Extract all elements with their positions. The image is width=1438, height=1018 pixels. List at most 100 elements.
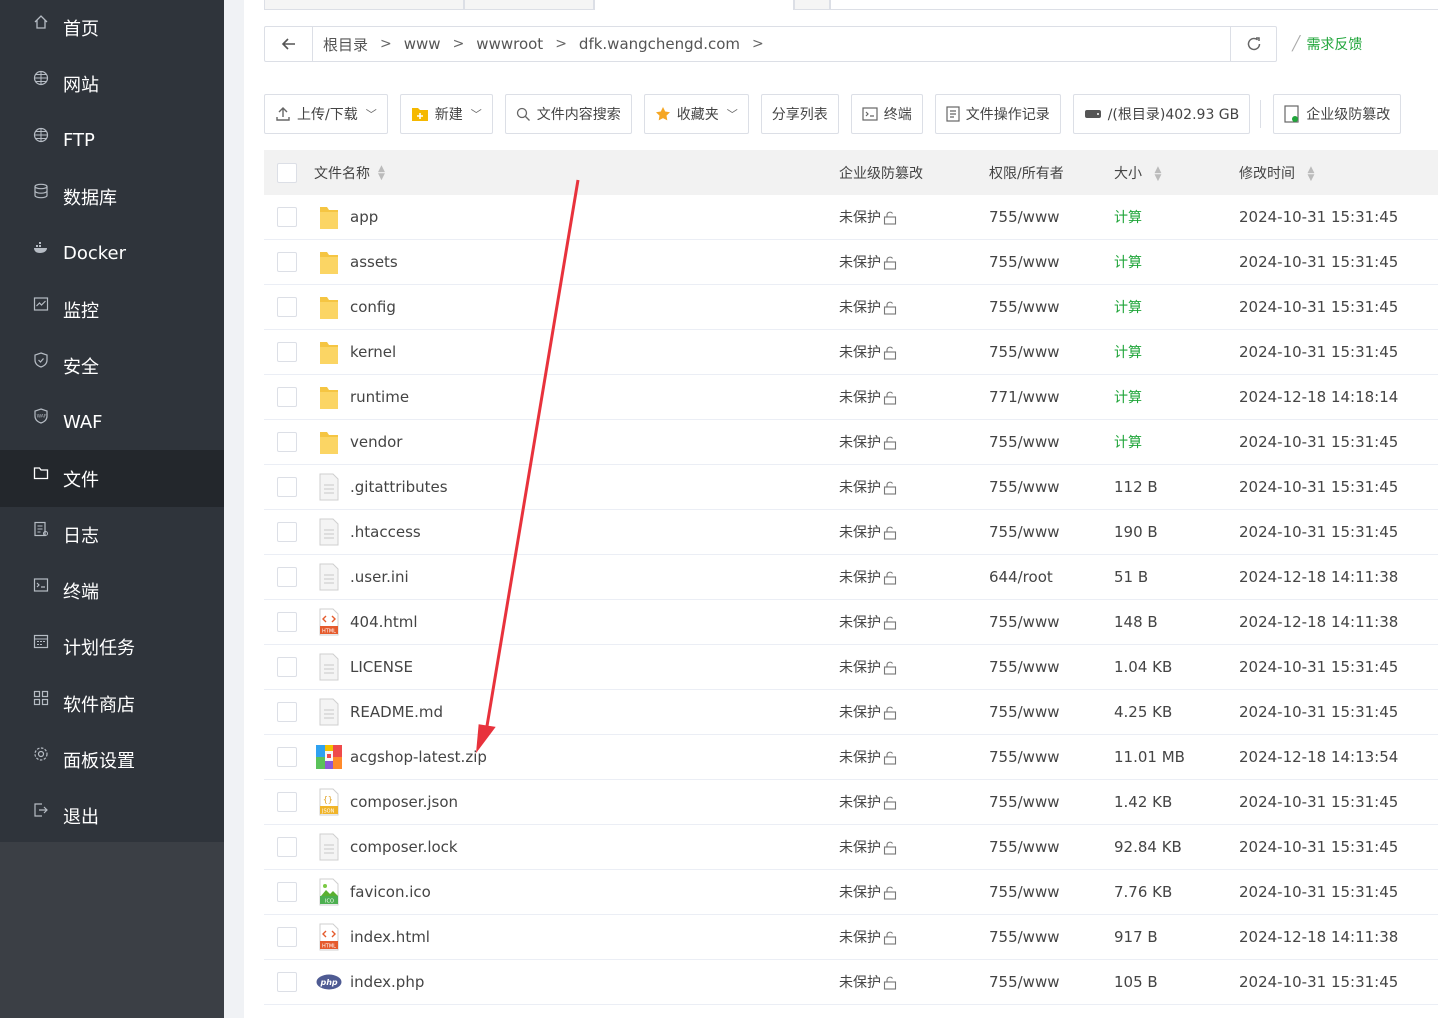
protect-status[interactable]: 未保护 xyxy=(839,255,881,271)
file-name[interactable]: .gitattributes xyxy=(350,478,448,496)
share-list-button[interactable]: 分享列表 xyxy=(760,94,839,134)
file-name[interactable]: config xyxy=(350,298,396,316)
file-permission[interactable]: 755/www xyxy=(989,433,1114,451)
table-row[interactable]: app 未保护 755/www 计算 2024-10-31 15:31:45 xyxy=(264,195,1438,240)
protect-status[interactable]: 未保护 xyxy=(839,480,881,496)
tab-3[interactable] xyxy=(594,0,794,10)
tamper-protect-button[interactable]: 企业级防篡改 xyxy=(1273,94,1402,134)
lock-icon[interactable] xyxy=(881,840,897,856)
lock-icon[interactable] xyxy=(881,660,897,676)
file-name[interactable]: acgshop-latest.zip xyxy=(350,748,487,766)
file-name[interactable]: favicon.ico xyxy=(350,883,431,901)
table-row[interactable]: runtime 未保护 771/www 计算 2024-12-18 14:18:14 xyxy=(264,375,1438,420)
lock-icon[interactable] xyxy=(881,615,897,631)
file-name[interactable]: app xyxy=(350,208,378,226)
file-name[interactable]: composer.json xyxy=(350,793,458,811)
header-name[interactable]: 文件名称 ▲ ▼ xyxy=(310,163,839,183)
sidebar-item-5[interactable]: 监控 xyxy=(0,281,224,337)
calculate-size-link[interactable]: 计算 xyxy=(1114,207,1239,227)
file-name[interactable]: runtime xyxy=(350,388,409,406)
row-checkbox[interactable] xyxy=(277,972,297,992)
file-name[interactable]: assets xyxy=(350,253,398,271)
file-name[interactable]: composer.lock xyxy=(350,838,458,856)
feedback-link[interactable]: ╱ 需求反馈 xyxy=(1292,34,1362,54)
breadcrumb-item-wwwroot[interactable]: wwwroot xyxy=(470,35,549,53)
content-search-button[interactable]: 文件内容搜索 xyxy=(504,94,632,134)
table-row[interactable]: LICENSE 未保护 755/www 1.04 KB 2024-10-31 15:31… xyxy=(264,645,1438,690)
tab-add[interactable] xyxy=(794,0,830,10)
row-checkbox[interactable] xyxy=(277,567,297,587)
back-button[interactable] xyxy=(265,27,313,61)
calculate-size-link[interactable]: 计算 xyxy=(1114,297,1239,317)
breadcrumb-item-root[interactable]: 根目录 xyxy=(317,34,374,55)
table-row[interactable]: ICO favicon.ico 未保护 755/www 7.76 KB 2024-10-3… xyxy=(264,870,1438,915)
file-permission[interactable]: 755/www xyxy=(989,973,1114,991)
table-row[interactable]: .user.ini 未保护 644/root 51 B 2024-12-18 14:11… xyxy=(264,555,1438,600)
lock-icon[interactable] xyxy=(881,795,897,811)
sidebar-item-2[interactable]: FTP xyxy=(0,113,224,169)
lock-icon[interactable] xyxy=(881,975,897,991)
file-permission[interactable]: 755/www xyxy=(989,748,1114,766)
select-all-checkbox[interactable] xyxy=(277,162,297,183)
protect-status[interactable]: 未保护 xyxy=(839,300,881,316)
calculate-size-link[interactable]: 计算 xyxy=(1114,432,1239,452)
sidebar-item-9[interactable]: 日志 xyxy=(0,507,224,563)
file-permission[interactable]: 755/www xyxy=(989,253,1114,271)
protect-status[interactable]: 未保护 xyxy=(839,705,881,721)
protect-status[interactable]: 未保护 xyxy=(839,345,881,361)
table-row[interactable]: .htaccess 未保护 755/www 190 B 2024-10-31 15:31… xyxy=(264,510,1438,555)
file-permission[interactable]: 755/www xyxy=(989,478,1114,496)
file-name[interactable]: LICENSE xyxy=(350,658,413,676)
table-row[interactable]: README.md 未保护 755/www 4.25 KB 2024-10-31 15:… xyxy=(264,690,1438,735)
lock-icon[interactable] xyxy=(881,390,897,406)
row-checkbox[interactable] xyxy=(277,657,297,677)
protect-status[interactable]: 未保护 xyxy=(839,840,881,856)
protect-status[interactable]: 未保护 xyxy=(839,435,881,451)
protect-status[interactable]: 未保护 xyxy=(839,975,881,991)
protect-status[interactable]: 未保护 xyxy=(839,210,881,226)
calculate-size-link[interactable]: 计算 xyxy=(1114,387,1239,407)
sidebar-item-12[interactable]: 软件商店 xyxy=(0,676,224,732)
sidebar-item-8[interactable]: 文件 xyxy=(0,450,224,507)
header-size[interactable]: 大小 ▲ ▼ xyxy=(1114,163,1239,183)
sidebar-item-14[interactable]: 退出 xyxy=(0,788,224,844)
row-checkbox[interactable] xyxy=(277,477,297,497)
sidebar-item-6[interactable]: 安全 xyxy=(0,338,224,394)
file-name[interactable]: vendor xyxy=(350,433,402,451)
row-checkbox[interactable] xyxy=(277,837,297,857)
row-checkbox[interactable] xyxy=(277,882,297,902)
terminal-button[interactable]: 终端 xyxy=(850,94,923,134)
breadcrumb-item-site[interactable]: dfk.wangchengd.com xyxy=(573,35,746,53)
calculate-size-link[interactable]: 计算 xyxy=(1114,342,1239,362)
protect-status[interactable]: 未保护 xyxy=(839,795,881,811)
lock-icon[interactable] xyxy=(881,255,897,271)
table-row[interactable]: HTML 404.html 未保护 755/www 148 B 2024-12-18 14… xyxy=(264,600,1438,645)
protect-status[interactable]: 未保护 xyxy=(839,570,881,586)
header-mtime[interactable]: 修改时间 ▲ ▼ xyxy=(1239,163,1438,183)
row-checkbox[interactable] xyxy=(277,297,297,317)
table-row[interactable]: .gitattributes 未保护 755/www 112 B 2024-10-31 … xyxy=(264,465,1438,510)
file-name[interactable]: .user.ini xyxy=(350,568,409,586)
operation-log-button[interactable]: 文件操作记录 xyxy=(934,94,1061,134)
file-permission[interactable]: 755/www xyxy=(989,523,1114,541)
file-name[interactable]: 404.html xyxy=(350,613,418,631)
lock-icon[interactable] xyxy=(881,885,897,901)
table-row[interactable]: php index.php 未保护 755/www 105 B 2024-10-31 15… xyxy=(264,960,1438,1005)
lock-icon[interactable] xyxy=(881,525,897,541)
row-checkbox[interactable] xyxy=(277,792,297,812)
protect-status[interactable]: 未保护 xyxy=(839,660,881,676)
table-row[interactable]: HTML index.html 未保护 755/www 917 B 2024-12-18 … xyxy=(264,915,1438,960)
favorites-button[interactable]: 收藏夹 ﹀ xyxy=(643,94,749,134)
file-permission[interactable]: 644/root xyxy=(989,568,1114,586)
row-checkbox[interactable] xyxy=(277,387,297,407)
lock-icon[interactable] xyxy=(881,345,897,361)
file-name[interactable]: .htaccess xyxy=(350,523,421,541)
row-checkbox[interactable] xyxy=(277,612,297,632)
row-checkbox[interactable] xyxy=(277,342,297,362)
row-checkbox[interactable] xyxy=(277,747,297,767)
table-row[interactable]: config 未保护 755/www 计算 2024-10-31 15:31:45 xyxy=(264,285,1438,330)
file-permission[interactable]: 755/www xyxy=(989,928,1114,946)
upload-download-button[interactable]: 上传/下载 ﹀ xyxy=(264,94,388,134)
file-permission[interactable]: 755/www xyxy=(989,343,1114,361)
lock-icon[interactable] xyxy=(881,435,897,451)
